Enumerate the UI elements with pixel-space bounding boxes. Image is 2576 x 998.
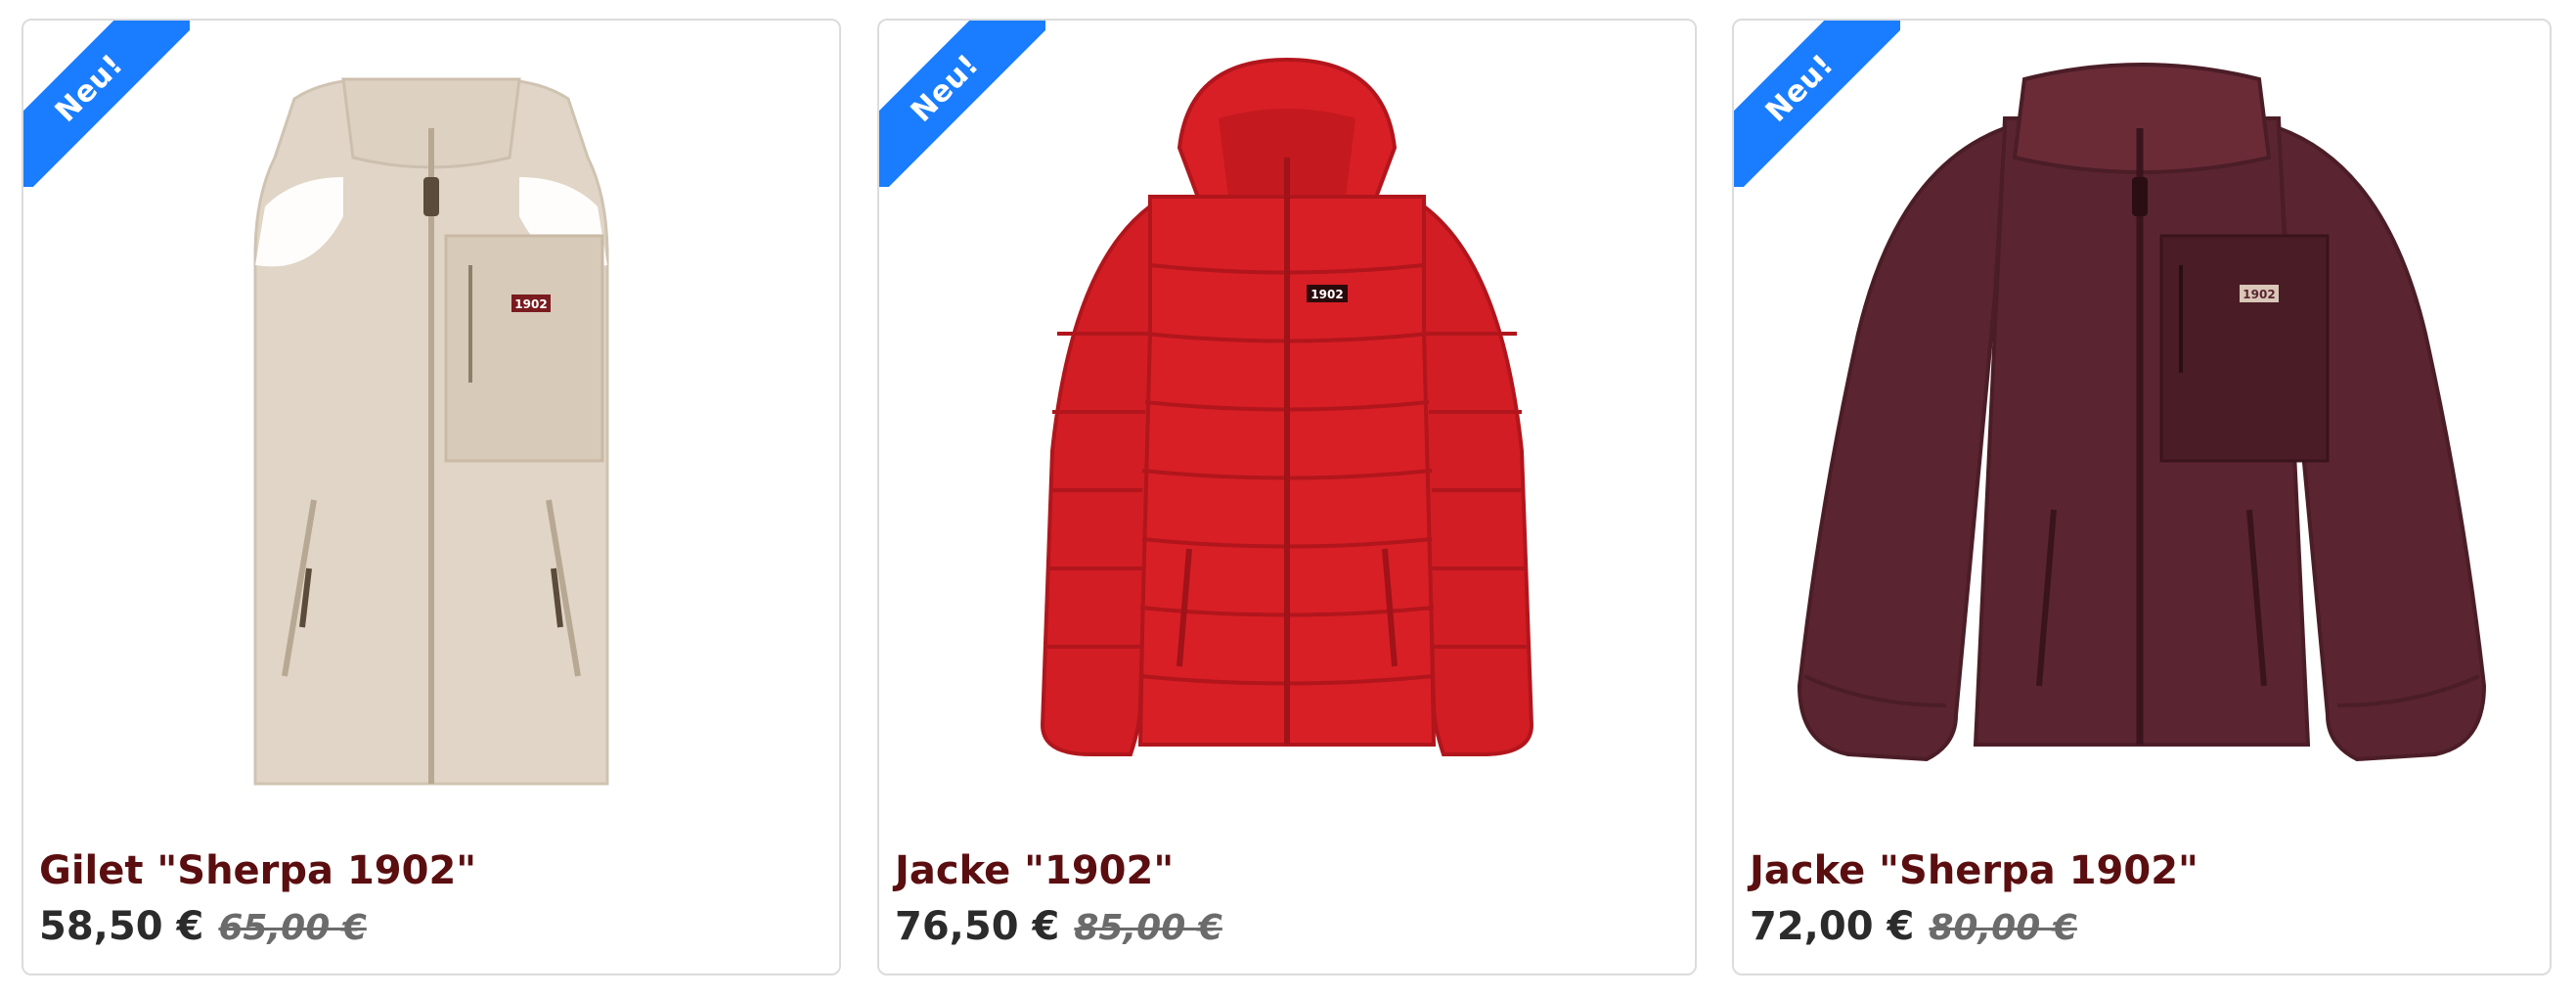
product-info: Gilet "Sherpa 1902" 58,50 € 65,00 € [39,847,823,949]
price-row: 76,50 € 85,00 € [895,904,1679,949]
original-price: 85,00 € [1074,908,1222,948]
price-row: 72,00 € 80,00 € [1750,904,2534,949]
product-info: Jacke "Sherpa 1902" 72,00 € 80,00 € [1750,847,2534,949]
new-badge-label: Neu! [1734,21,1900,187]
new-badge: Neu! [879,21,1045,187]
product-card-jacke-1902[interactable]: Neu! 1902 Jacke "1902" 76,50 € 85,00 € [877,19,1697,975]
new-badge-label: Neu! [879,21,1045,187]
svg-text:1902: 1902 [2243,288,2275,301]
product-title[interactable]: Gilet "Sherpa 1902" [39,847,823,894]
product-grid: Neu! 1902 Gilet "Sherpa 1902" 58,50 € 65… [0,0,2576,998]
svg-text:1902: 1902 [514,297,547,311]
product-info: Jacke "1902" 76,50 € 85,00 € [895,847,1679,949]
new-badge: Neu! [23,21,190,187]
original-price: 65,00 € [218,908,367,948]
current-price: 76,50 € [895,904,1060,949]
product-card-gilet-sherpa[interactable]: Neu! 1902 Gilet "Sherpa 1902" 58,50 € 65… [22,19,841,975]
new-badge-label: Neu! [23,21,190,187]
vest-image: 1902 [253,77,609,786]
product-title[interactable]: Jacke "1902" [895,847,1679,894]
svg-text:1902: 1902 [1310,288,1343,301]
current-price: 58,50 € [39,904,204,949]
price-row: 58,50 € 65,00 € [39,904,823,949]
original-price: 80,00 € [1929,908,2077,948]
current-price: 72,00 € [1750,904,1915,949]
puffer-jacket-image: 1902 [1040,57,1534,756]
product-card-jacke-sherpa[interactable]: Neu! 1902 Jacke "Sherpa 1902" 72,00 € 80… [1732,19,2552,975]
product-title[interactable]: Jacke "Sherpa 1902" [1750,847,2534,894]
new-badge: Neu! [1734,21,1900,187]
